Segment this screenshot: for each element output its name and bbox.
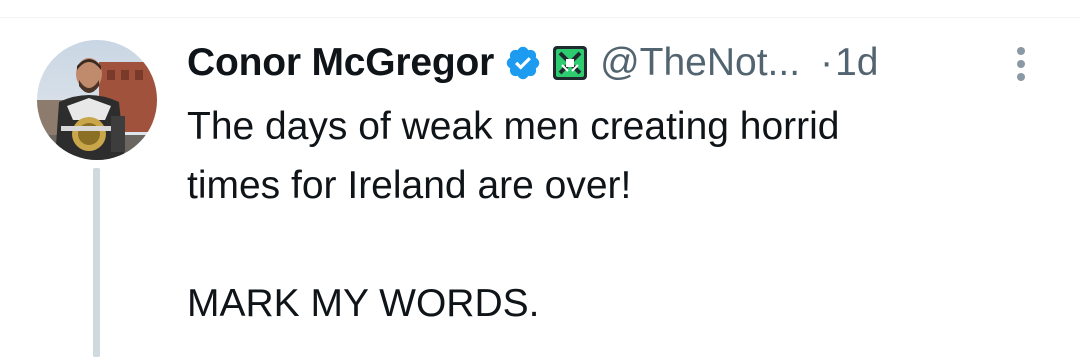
more-vertical-icon [1017, 47, 1025, 81]
author-handle[interactable]: @TheNot... [600, 41, 800, 85]
tweet-header: Conor McGregor @TheNot... · 1d [187, 38, 878, 88]
tweet-timestamp[interactable]: 1d [835, 41, 878, 85]
meta-separator: · [820, 41, 834, 84]
tweet-closing-line: MARK MY WORDS. [187, 282, 540, 325]
avatar-photo-icon [37, 40, 157, 160]
author-display-name[interactable]: Conor McGregor [187, 41, 494, 85]
tweet-paragraph-break [187, 215, 1047, 274]
tweet-text-line: times for Ireland are over! [187, 164, 632, 207]
verified-badge-icon[interactable] [504, 44, 542, 82]
tweet-body: The days of weak men creating horrid tim… [187, 97, 1047, 333]
author-avatar[interactable] [37, 40, 157, 160]
top-divider [0, 17, 1080, 18]
affiliate-badge-icon[interactable] [552, 45, 588, 81]
thread-connector-line [93, 168, 100, 357]
tweet-text-line: The days of weak men creating horrid [187, 105, 840, 148]
more-options-button[interactable] [1004, 44, 1038, 84]
